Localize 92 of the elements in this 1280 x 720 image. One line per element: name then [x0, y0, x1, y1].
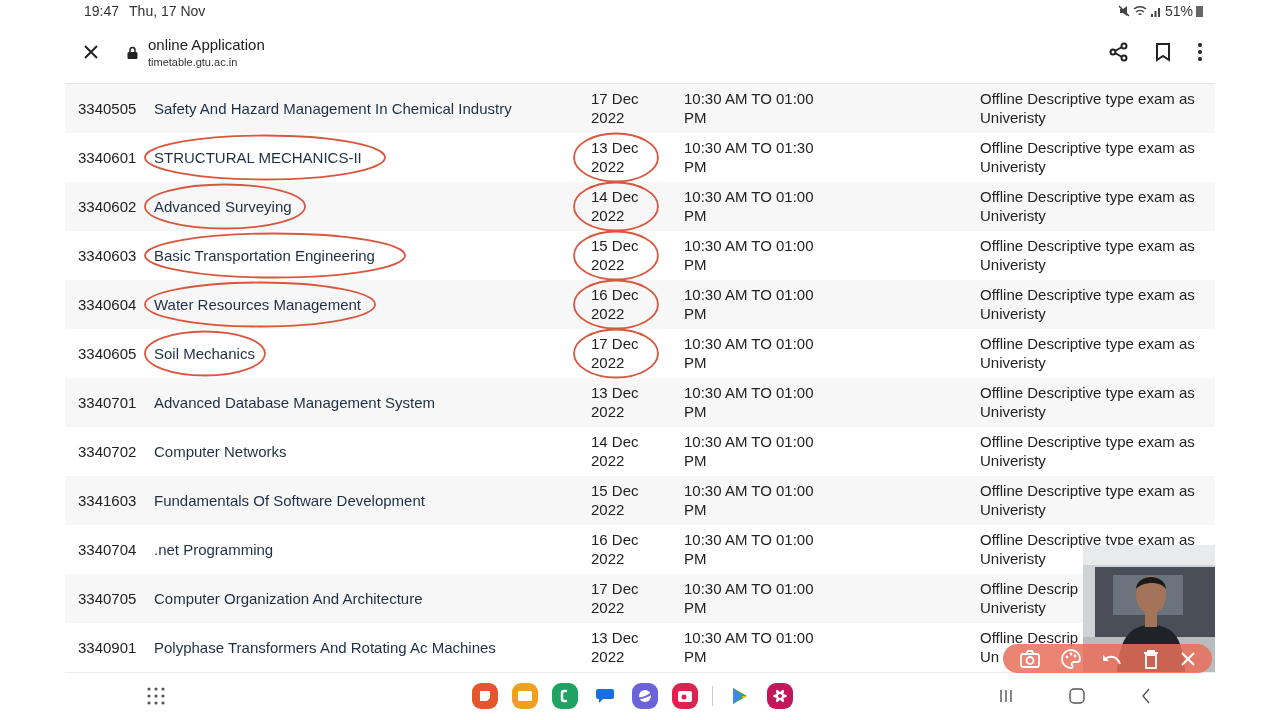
- flower-app-icon[interactable]: [766, 683, 793, 710]
- exam-time: 10:30 AM TO 01:00 PM: [684, 628, 815, 667]
- exam-note: Offline Descriptive type exam as: [980, 187, 1195, 207]
- back-icon[interactable]: [1141, 688, 1151, 705]
- course-code: 3340605: [78, 343, 138, 363]
- exam-time: 10:30 AM TO 01:00 PM: [684, 383, 815, 422]
- exam-date: 13 Dec 2022: [591, 383, 640, 422]
- exam-note: Univeristy: [980, 598, 1046, 618]
- exam-time: 10:30 AM TO 01:30 PM: [684, 138, 815, 177]
- palette-icon[interactable]: [1060, 648, 1081, 669]
- course-name: Computer Networks: [154, 441, 288, 461]
- exam-note: Offline Descriptive type exam as: [980, 334, 1195, 354]
- course-code: 3340604: [78, 294, 138, 314]
- exam-time: 10:30 AM TO 01:00 PM: [684, 481, 815, 520]
- course-code: 3340901: [78, 637, 138, 657]
- exam-date: 16 Dec 2022: [591, 285, 640, 324]
- page-title: online Application: [148, 36, 266, 54]
- exam-date: 14 Dec 2022: [591, 187, 640, 226]
- exam-note: Offline Descriptive type exam as: [980, 138, 1195, 158]
- lock-icon: [127, 45, 138, 59]
- course-name: Fundamentals Of Software Development: [154, 490, 426, 510]
- notes-app-icon[interactable]: [471, 683, 498, 710]
- course-code: 3340505: [78, 98, 138, 118]
- course-name: Advanced Surveying: [154, 196, 293, 216]
- page-url: timetable.gtu.ac.in: [148, 56, 239, 69]
- course-name: Computer Organization And Architecture: [154, 588, 424, 608]
- exam-date: 17 Dec 2022: [591, 89, 640, 128]
- recent-apps-icon[interactable]: [999, 689, 1013, 704]
- course-name: Water Resources Management: [154, 294, 363, 314]
- exam-time: 10:30 AM TO 01:00 PM: [684, 579, 815, 618]
- exam-time: 10:30 AM TO 01:00 PM: [684, 432, 815, 471]
- screenshot-icon[interactable]: [1019, 649, 1040, 668]
- course-name: Polyphase Transformers And Rotating Ac Machines: [154, 637, 497, 657]
- phone-app-icon[interactable]: [551, 683, 578, 710]
- exam-note: Offline Descriptive type exam as: [980, 285, 1195, 305]
- exam-date: 17 Dec 2022: [591, 334, 640, 373]
- exam-time: 10:30 AM TO 01:00 PM: [684, 236, 815, 275]
- exam-note: Un: [980, 647, 1000, 667]
- exam-note: Univeristy: [980, 255, 1046, 275]
- battery-level: 51%: [1164, 2, 1193, 19]
- course-code: 3340704: [78, 539, 138, 559]
- exam-note: Univeristy: [980, 549, 1046, 569]
- exam-time: 10:30 AM TO 01:00 PM: [684, 334, 815, 373]
- close-icon[interactable]: [83, 44, 99, 61]
- exam-note: Offline Descrip: [980, 579, 1079, 599]
- exam-time: 10:30 AM TO 01:00 PM: [684, 530, 815, 569]
- course-code: 3341603: [78, 490, 138, 510]
- exam-time: 10:30 AM TO 01:00 PM: [684, 187, 815, 226]
- status-time: 19:47: [84, 2, 120, 19]
- more-menu-icon[interactable]: [1197, 42, 1203, 63]
- exam-date: 14 Dec 2022: [591, 432, 640, 471]
- exam-date: 17 Dec 2022: [591, 579, 640, 618]
- course-code: 3340602: [78, 196, 138, 216]
- delete-icon[interactable]: [1142, 648, 1159, 669]
- exam-time: 10:30 AM TO 01:00 PM: [684, 285, 815, 324]
- course-name: Soil Mechanics: [154, 343, 256, 363]
- course-name: Basic Transportation Engineering: [154, 245, 376, 265]
- exam-time: 10:30 AM TO 01:00 PM: [684, 89, 815, 128]
- mute-icon: [1117, 4, 1130, 17]
- planet-app-icon[interactable]: [631, 683, 658, 710]
- camera-app-icon[interactable]: [671, 683, 698, 710]
- exam-note: Offline Descriptive type exam as: [980, 481, 1195, 501]
- course-name: Safety And Hazard Management In Chemical Industry: [154, 98, 513, 118]
- course-code: 3340705: [78, 588, 138, 608]
- status-date: Thu, 17 Nov: [129, 2, 206, 19]
- course-code: 3340601: [78, 147, 138, 167]
- course-code: 3340701: [78, 392, 138, 412]
- exam-note: Univeristy: [980, 402, 1046, 422]
- wifi-icon: [1132, 4, 1147, 17]
- exam-date: 15 Dec 2022: [591, 481, 640, 520]
- exam-date: 15 Dec 2022: [591, 236, 640, 275]
- exam-note: Univeristy: [980, 304, 1046, 324]
- exam-date: 16 Dec 2022: [591, 530, 640, 569]
- exam-note: Univeristy: [980, 108, 1046, 128]
- course-code: 3340702: [78, 441, 138, 461]
- course-name: .net Programming: [154, 539, 275, 559]
- exam-note: Univeristy: [980, 353, 1046, 373]
- exam-note: Offline Descriptive type exam as: [980, 89, 1195, 109]
- course-name: STRUCTURAL MECHANICS-II: [154, 147, 363, 167]
- course-name: Advanced Database Management System: [154, 392, 436, 412]
- exam-note: Offline Descrip: [980, 628, 1079, 648]
- exam-date: 13 Dec 2022: [591, 138, 640, 177]
- battery-icon: [1196, 4, 1203, 17]
- exam-note: Offline Descriptive type exam as: [980, 432, 1195, 452]
- exam-note: Offline Descriptive type exam as: [980, 383, 1195, 403]
- exam-note: Offline Descriptive type exam as: [980, 236, 1195, 256]
- exam-note: Univeristy: [980, 157, 1046, 177]
- course-code: 3340603: [78, 245, 138, 265]
- exam-date: 13 Dec 2022: [591, 628, 640, 667]
- exam-note: Univeristy: [980, 206, 1046, 226]
- exam-note: Univeristy: [980, 451, 1046, 471]
- exam-note: Univeristy: [980, 500, 1046, 520]
